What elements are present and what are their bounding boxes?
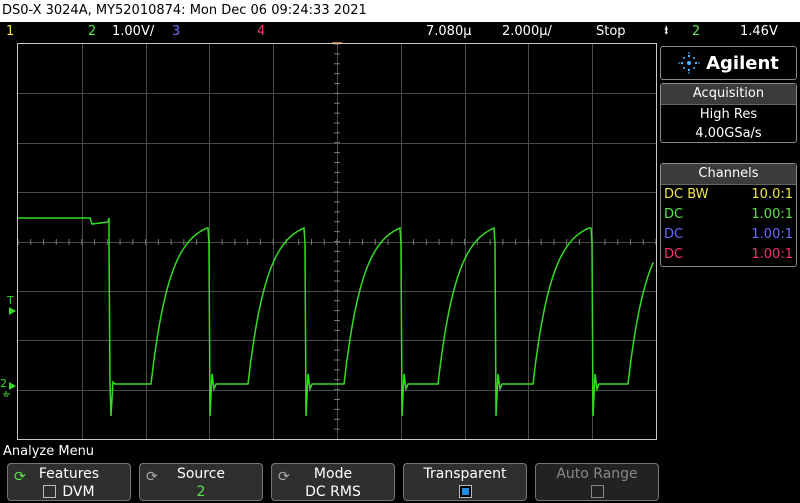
horizontal-delay: 7.080µ — [426, 24, 472, 39]
brand-logo: Agilent — [660, 46, 797, 80]
acquisition-panel[interactable]: Acquisition High Res 4.00GSa/s — [660, 83, 797, 143]
channel-4-probe: 1.00:1 — [751, 247, 793, 262]
channel-4-label[interactable]: 4 — [257, 22, 265, 42]
cycle-arrow-icon: ⟳ — [14, 469, 26, 485]
acquisition-mode: High Res — [699, 107, 758, 122]
status-bar: 1 2 1.00V/ 3 4 7.080µ 2.000µ/ Stop ⭽ 2 1… — [0, 22, 800, 42]
features-checkbox[interactable] — [43, 485, 57, 498]
cycle-arrow-icon: ⟳ — [146, 469, 158, 485]
channel-3-coupling: DC — [664, 227, 684, 242]
trigger-edge-icon: ⭽ — [664, 24, 669, 39]
mode-value: DC RMS — [305, 484, 361, 500]
channel-1-row: DC BW 10.0:1 — [661, 185, 796, 205]
source-value: 2 — [196, 484, 206, 500]
mode-softkey[interactable]: ⟳ Mode DC RMS — [271, 463, 395, 501]
channels-panel[interactable]: Channels DC BW 10.0:1 DC 1.00:1 DC 1.00:… — [660, 163, 797, 267]
sample-rate: 4.00GSa/s — [695, 126, 762, 141]
channel-3-row: DC 1.00:1 — [661, 225, 796, 245]
trigger-level-arrow-icon — [9, 307, 16, 315]
timebase-scale: 2.000µ/ — [502, 24, 552, 39]
channel-2-probe: 1.00:1 — [751, 207, 793, 222]
source-softkey[interactable]: ⟳ Source 2 — [139, 463, 263, 501]
channel-3-label[interactable]: 3 — [172, 22, 180, 42]
waveform-display[interactable] — [17, 43, 657, 440]
run-state: Stop — [596, 24, 626, 39]
acquisition-title: Acquisition — [661, 84, 796, 105]
cycle-arrow-icon: ⟳ — [278, 469, 290, 485]
features-value: DVM — [62, 484, 95, 500]
channel-1-probe: 10.0:1 — [751, 187, 793, 202]
channel-1-coupling: DC BW — [664, 187, 709, 202]
brand-name: Agilent — [706, 52, 779, 74]
auto-range-label: Auto Range — [556, 466, 638, 482]
ground-icon — [3, 382, 16, 397]
auto-range-checkbox[interactable] — [590, 485, 604, 498]
channel-2-scale: 1.00V/ — [112, 24, 155, 39]
agilent-spark-icon — [678, 52, 700, 74]
window-title: DS0-X 3024A, MY52010874: Mon Dec 06 09:2… — [0, 0, 800, 22]
channel-2-label[interactable]: 2 — [88, 22, 96, 42]
trigger-source: 2 — [692, 24, 701, 39]
menu-title: Analyze Menu — [3, 444, 95, 459]
channel-3-probe: 1.00:1 — [751, 227, 793, 242]
channel-2-row: DC 1.00:1 — [661, 205, 796, 225]
transparent-softkey[interactable]: Transparent — [403, 463, 527, 501]
channel-2-coupling: DC — [664, 207, 684, 222]
source-label: Source — [176, 466, 226, 482]
channel-2-trace — [18, 217, 654, 417]
transparent-label: Transparent — [423, 466, 507, 482]
channels-title: Channels — [661, 164, 796, 185]
features-softkey[interactable]: ⟳ Features DVM — [7, 463, 131, 501]
auto-range-softkey[interactable]: Auto Range — [535, 463, 659, 501]
mode-label: Mode — [313, 466, 353, 482]
transparent-checkbox[interactable] — [458, 485, 472, 498]
channel-4-coupling: DC — [664, 247, 684, 262]
channel-4-row: DC 1.00:1 — [661, 245, 796, 265]
channel-1-label[interactable]: 1 — [6, 22, 14, 42]
features-label: Features — [38, 466, 100, 482]
trigger-level: 1.46V — [740, 24, 778, 39]
graticule — [18, 44, 656, 439]
